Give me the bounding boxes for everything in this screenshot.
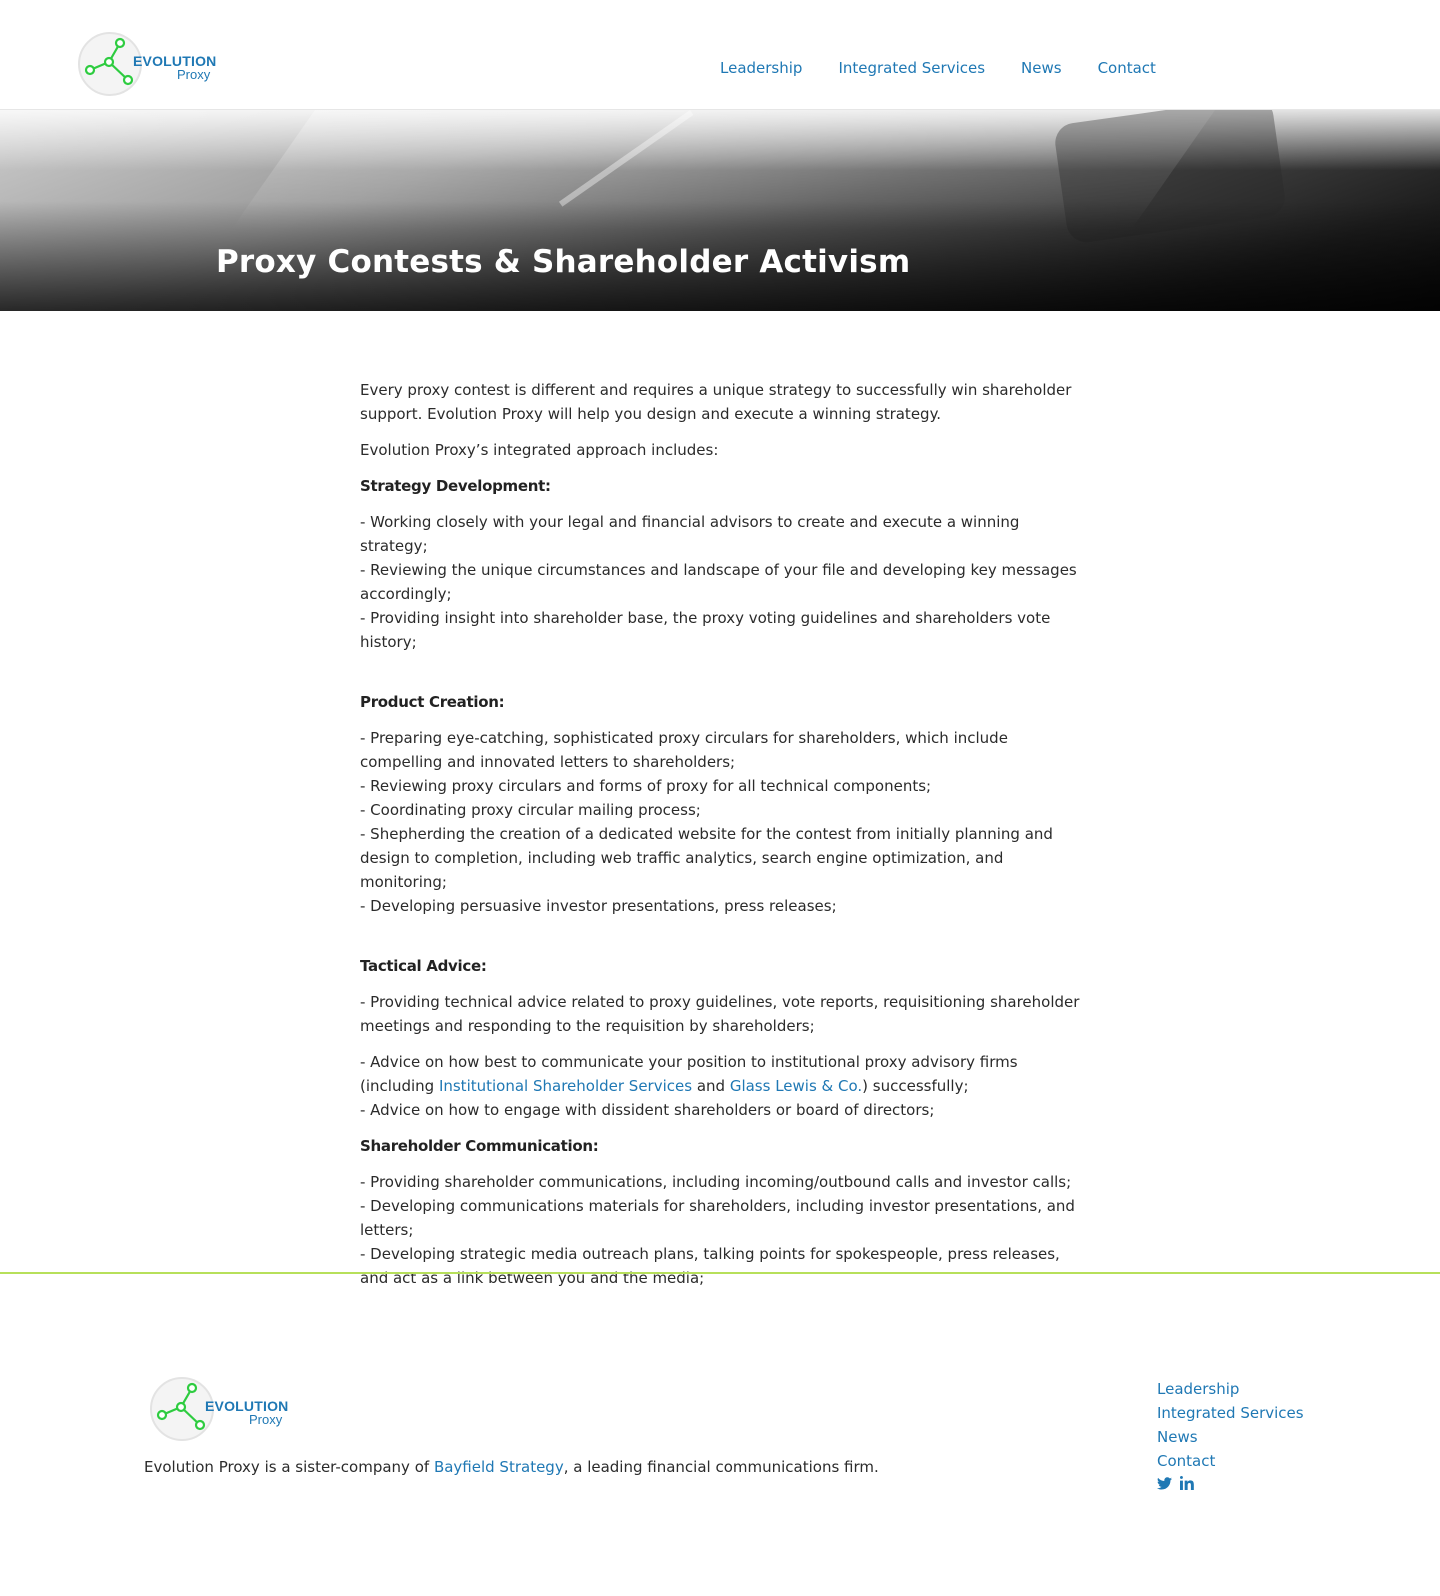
- strategy-list: - Working closely with your legal and fi…: [360, 510, 1080, 654]
- iss-link[interactable]: Institutional Shareholder Services: [439, 1077, 692, 1095]
- approach-paragraph: Evolution Proxy’s integrated approach in…: [360, 441, 719, 459]
- tactical-item-3: - Advice on how to engage with dissident…: [360, 1101, 935, 1119]
- list-item: - Preparing eye-catching, sophisticated …: [360, 729, 1008, 771]
- nav-news[interactable]: News: [1021, 58, 1062, 78]
- main-nav: Leadership Integrated Services News Cont…: [720, 58, 1192, 78]
- list-item: - Providing insight into shareholder bas…: [360, 609, 1051, 651]
- intro-paragraph: Every proxy contest is different and req…: [360, 381, 1072, 423]
- footer-divider: [0, 1272, 1440, 1274]
- bayfield-strategy-link[interactable]: Bayfield Strategy: [434, 1458, 564, 1476]
- strategy-heading: Strategy Development:: [360, 477, 551, 495]
- list-item: - Developing strategic media outreach pl…: [360, 1245, 1060, 1287]
- product-list: - Preparing eye-catching, sophisticated …: [360, 726, 1080, 918]
- logo-word-bottom: Proxy: [249, 1412, 283, 1427]
- footer-description: Evolution Proxy is a sister-company of B…: [144, 1457, 879, 1477]
- list-item: - Working closely with your legal and fi…: [360, 513, 1020, 555]
- glass-lewis-link[interactable]: Glass Lewis & Co.: [730, 1077, 862, 1095]
- list-item: - Providing shareholder communications, …: [360, 1173, 1072, 1191]
- tactical-item-2-mid: and: [692, 1077, 730, 1095]
- hero-banner: Proxy Contests & Shareholder Activism: [0, 110, 1440, 311]
- footer-nav-leadership[interactable]: Leadership: [1157, 1377, 1357, 1401]
- product-heading: Product Creation:: [360, 693, 505, 711]
- footer-nav-news[interactable]: News: [1157, 1425, 1357, 1449]
- list-item: - Coordinating proxy circular mailing pr…: [360, 801, 701, 819]
- main-content: Every proxy contest is different and req…: [360, 378, 1080, 1302]
- linkedin-icon[interactable]: [1180, 1475, 1194, 1494]
- list-item: - Developing communications materials fo…: [360, 1197, 1075, 1239]
- site-header: EVOLUTION Proxy Leadership Integrated Se…: [0, 0, 1440, 110]
- footer-nav: Leadership Integrated Services News Cont…: [1157, 1377, 1357, 1494]
- tactical-item-2-post: ) successfully;: [862, 1077, 969, 1095]
- list-item: - Developing persuasive investor present…: [360, 897, 837, 915]
- footer-text-post: , a leading financial communications fir…: [563, 1458, 879, 1476]
- list-item: - Reviewing the unique circumstances and…: [360, 561, 1077, 603]
- social-links: [1157, 1475, 1357, 1494]
- footer-text-pre: Evolution Proxy is a sister-company of: [144, 1458, 434, 1476]
- tactical-heading: Tactical Advice:: [360, 957, 487, 975]
- nav-contact[interactable]: Contact: [1098, 58, 1156, 78]
- communication-heading: Shareholder Communication:: [360, 1137, 599, 1155]
- tactical-item-1: - Providing technical advice related to …: [360, 993, 1080, 1035]
- logo-word-top: EVOLUTION: [133, 53, 217, 69]
- nav-integrated-services[interactable]: Integrated Services: [838, 58, 985, 78]
- list-item: - Reviewing proxy circulars and forms of…: [360, 777, 932, 795]
- twitter-icon[interactable]: [1157, 1475, 1172, 1494]
- tactical-item-2: - Advice on how best to communicate your…: [360, 1050, 1080, 1098]
- logo-link[interactable]: EVOLUTION Proxy: [76, 30, 226, 100]
- list-item: - Shepherding the creation of a dedicate…: [360, 825, 1053, 891]
- tactical-list: - Advice on how best to communicate your…: [360, 1050, 1080, 1122]
- nav-leadership[interactable]: Leadership: [720, 58, 802, 78]
- logo-word-top: EVOLUTION: [205, 1398, 289, 1414]
- footer-nav-contact[interactable]: Contact: [1157, 1449, 1357, 1473]
- footer-nav-integrated-services[interactable]: Integrated Services: [1157, 1401, 1357, 1425]
- page-title: Proxy Contests & Shareholder Activism: [216, 244, 911, 280]
- logo-word-bottom: Proxy: [177, 67, 211, 82]
- footer-logo-link[interactable]: EVOLUTION Proxy: [148, 1375, 298, 1445]
